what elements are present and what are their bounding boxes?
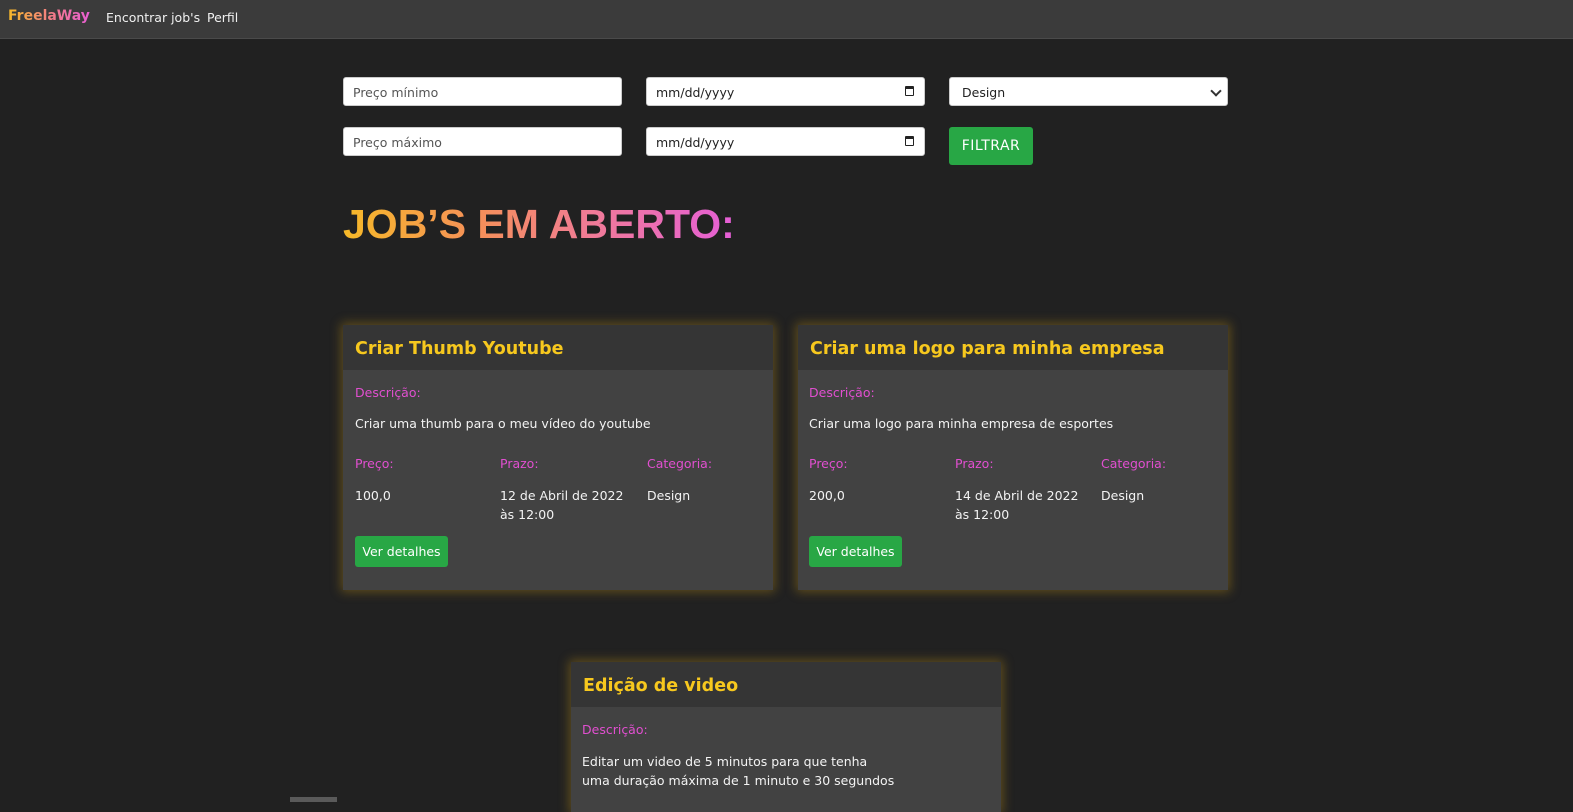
- description-label: Descrição:: [809, 385, 875, 400]
- job-description-line-2: uma duração máxima de 1 minuto e 30 segu…: [582, 773, 895, 788]
- nav-link-profile[interactable]: Perfil: [207, 10, 238, 25]
- job-deadline-date: 12 de Abril de 2022: [500, 488, 624, 503]
- brand-logo[interactable]: FreelaWay: [8, 8, 90, 24]
- job-category: Design: [647, 488, 691, 503]
- job-deadline-date: 14 de Abril de 2022: [955, 488, 1079, 503]
- category-label: Categoria:: [1101, 456, 1167, 471]
- chevron-down-icon: [1210, 85, 1222, 97]
- view-details-button[interactable]: Ver detalhes: [809, 536, 902, 567]
- max-price-input[interactable]: Preço máximo: [343, 127, 622, 156]
- deadline-label: Prazo:: [500, 456, 539, 471]
- min-price-placeholder: Preço mínimo: [353, 85, 439, 100]
- job-title: Edição de video: [583, 676, 739, 696]
- category-selected-value: Design: [962, 85, 1006, 100]
- deadline-label: Prazo:: [955, 456, 994, 471]
- min-price-input[interactable]: Preço mínimo: [343, 77, 622, 106]
- description-label: Descrição:: [355, 385, 421, 400]
- job-category: Design: [1101, 488, 1145, 503]
- category-label: Categoria:: [647, 456, 713, 471]
- date-from-input[interactable]: mm/dd/yyyy: [646, 77, 925, 106]
- job-description: Criar uma thumb para o meu vídeo do yout…: [355, 416, 651, 431]
- job-deadline-time: às 12:00: [955, 507, 1010, 522]
- price-label: Preço:: [355, 456, 394, 471]
- job-description-line-1: Editar um video de 5 minutos para que te…: [582, 754, 868, 769]
- category-select[interactable]: Design: [949, 77, 1228, 106]
- job-price: 200,0: [809, 488, 845, 503]
- job-card: Criar Thumb Youtube Descrição: Criar uma…: [343, 325, 773, 590]
- page-title: JOB’S EM ABERTO:: [343, 201, 735, 247]
- horizontal-scrollbar[interactable]: [290, 797, 337, 802]
- job-price: 100,0: [355, 488, 391, 503]
- job-deadline-time: às 12:00: [500, 507, 555, 522]
- navbar: FreelaWay Encontrar job's Perfil: [0, 0, 1573, 39]
- job-card: Criar uma logo para minha empresa Descri…: [798, 325, 1228, 590]
- filter-button[interactable]: FILTRAR: [949, 127, 1033, 165]
- job-title: Criar uma logo para minha empresa: [810, 339, 1165, 359]
- job-card-header: Edição de video: [571, 662, 1001, 707]
- date-from-value: mm/dd/yyyy: [656, 85, 735, 100]
- job-card-header: Criar Thumb Youtube: [343, 325, 773, 370]
- price-label: Preço:: [809, 456, 848, 471]
- calendar-icon[interactable]: [905, 86, 914, 96]
- job-title: Criar Thumb Youtube: [355, 339, 564, 359]
- view-details-button[interactable]: Ver detalhes: [355, 536, 448, 567]
- nav-link-find-jobs[interactable]: Encontrar job's: [106, 10, 200, 25]
- job-description: Criar uma logo para minha empresa de esp…: [809, 416, 1114, 431]
- date-to-input[interactable]: mm/dd/yyyy: [646, 127, 925, 156]
- job-card-header: Criar uma logo para minha empresa: [798, 325, 1228, 370]
- max-price-placeholder: Preço máximo: [353, 135, 442, 150]
- date-to-value: mm/dd/yyyy: [656, 135, 735, 150]
- description-label: Descrição:: [582, 722, 648, 737]
- calendar-icon[interactable]: [905, 136, 914, 146]
- job-card: Edição de video Descrição: Editar um vid…: [571, 662, 1001, 812]
